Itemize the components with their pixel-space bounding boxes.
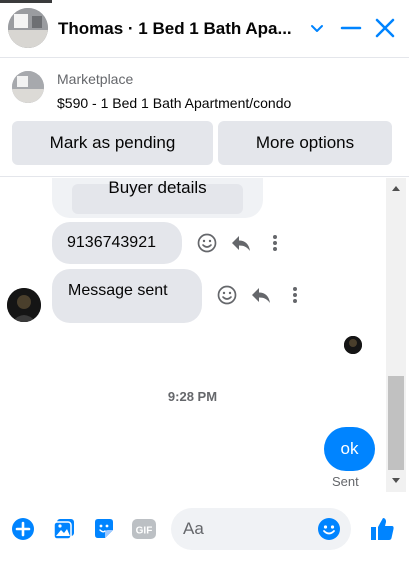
marketplace-listing: Marketplace $590 - 1 Bed 1 Bath Apartmen… xyxy=(0,59,409,177)
chat-header: Thomas · 1 Bed 1 Bath Apa... xyxy=(0,0,409,58)
sent-status: Sent xyxy=(332,474,359,489)
chevron-down-icon[interactable] xyxy=(305,16,329,40)
react-emoji-icon[interactable] xyxy=(196,232,218,254)
listing-thumbnail[interactable] xyxy=(12,71,44,103)
buyer-details-button[interactable]: Buyer details xyxy=(72,179,243,214)
message-input-wrapper xyxy=(171,508,351,550)
scroll-up-arrow[interactable] xyxy=(392,186,400,191)
seen-avatar xyxy=(344,336,362,354)
message-composer: GIF xyxy=(0,496,409,561)
more-options-button[interactable]: More options xyxy=(218,121,392,165)
listing-source: Marketplace xyxy=(57,71,134,87)
like-icon[interactable] xyxy=(368,515,396,543)
message-bubble-outgoing[interactable]: ok xyxy=(324,427,375,471)
reply-icon[interactable] xyxy=(230,232,252,254)
message-input[interactable] xyxy=(183,508,313,550)
listing-title[interactable]: $590 - 1 Bed 1 Bath Apartment/condo xyxy=(57,95,291,111)
message-list: Buyer details 9136743921 Message sent 9:… xyxy=(0,178,385,492)
more-dots-icon[interactable] xyxy=(264,232,286,254)
emoji-icon[interactable] xyxy=(317,517,341,541)
more-dots-icon[interactable] xyxy=(284,284,306,306)
chat-title[interactable]: Thomas · 1 Bed 1 Bath Apa... xyxy=(58,19,292,39)
gif-label: GIF xyxy=(136,526,153,537)
message-actions xyxy=(216,284,306,306)
scrollbar[interactable] xyxy=(386,178,406,492)
minimize-icon[interactable] xyxy=(339,16,363,40)
chat-window: Thomas · 1 Bed 1 Bath Apa... Marketplace… xyxy=(0,0,409,561)
message-timestamp: 9:28 PM xyxy=(167,389,218,404)
react-emoji-icon[interactable] xyxy=(216,284,238,306)
message-bubble-phone[interactable]: 9136743921 xyxy=(52,222,182,264)
gif-icon[interactable]: GIF xyxy=(131,517,157,541)
message-bubble-sent[interactable]: Message sent xyxy=(52,269,202,323)
sender-avatar[interactable] xyxy=(7,288,41,322)
mark-as-pending-button[interactable]: Mark as pending xyxy=(12,121,213,165)
scroll-thumb[interactable] xyxy=(388,376,404,470)
message-actions xyxy=(196,232,286,254)
photo-icon[interactable] xyxy=(52,517,76,541)
listing-avatar[interactable] xyxy=(8,8,48,48)
sticker-icon[interactable] xyxy=(92,517,116,541)
close-icon[interactable] xyxy=(373,16,397,40)
add-icon[interactable] xyxy=(11,517,35,541)
scroll-down-arrow[interactable] xyxy=(392,478,400,483)
header-topbar xyxy=(0,0,52,3)
reply-icon[interactable] xyxy=(250,284,272,306)
buyer-details-card: Buyer details xyxy=(52,178,263,218)
